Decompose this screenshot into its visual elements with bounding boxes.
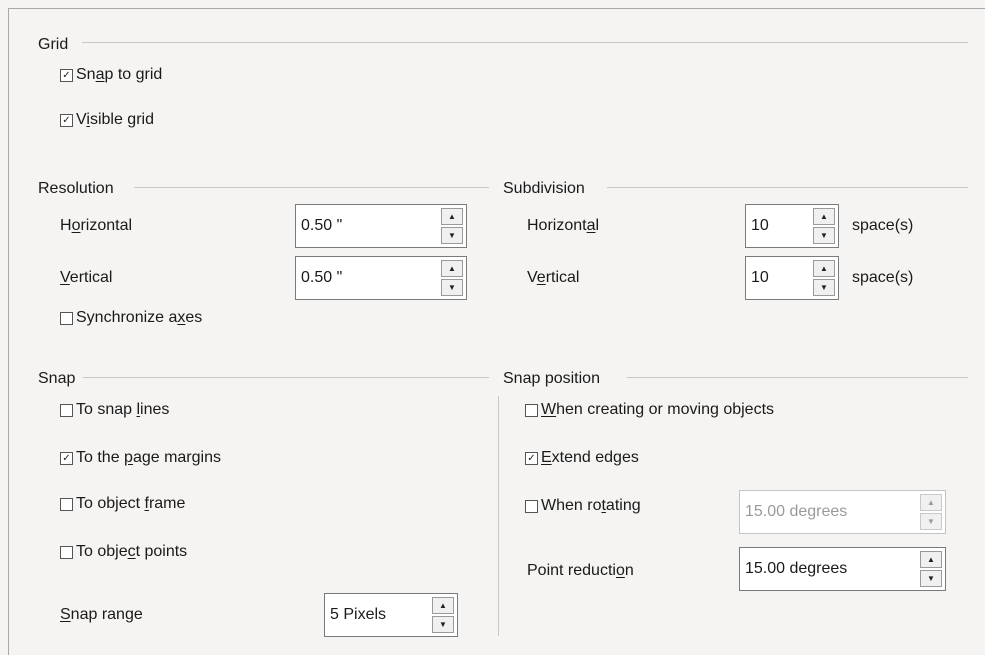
snap-divider xyxy=(83,377,489,378)
subdivision-divider xyxy=(607,187,968,188)
snap-section-title: Snap xyxy=(38,370,76,387)
spin-down-icon[interactable]: ▼ xyxy=(813,227,835,244)
snap-range-label: Snap range xyxy=(60,606,143,623)
subdivision-vertical-spinbox[interactable]: 10 ▲ ▼ xyxy=(745,256,839,300)
spin-up-icon[interactable]: ▲ xyxy=(813,208,835,225)
spin-up-icon[interactable]: ▲ xyxy=(920,551,942,568)
snap-range-value[interactable]: 5 Pixels xyxy=(325,594,432,636)
subdivision-horizontal-value[interactable]: 10 xyxy=(746,205,813,247)
resolution-vertical-label: Vertical xyxy=(60,269,113,286)
when-creating-moving-checkbox[interactable]: When creating or moving objects xyxy=(525,401,774,419)
visible-grid-checkbox[interactable]: ✓ Visible grid xyxy=(60,111,154,129)
checkbox-checked-icon: ✓ xyxy=(60,68,73,82)
resolution-horizontal-spinbox[interactable]: 0.50 " ▲ ▼ xyxy=(295,204,467,248)
checkbox-unchecked-icon xyxy=(60,545,73,559)
spin-up-icon[interactable]: ▲ xyxy=(813,260,835,277)
resolution-divider xyxy=(134,187,489,188)
to-page-margins-checkbox[interactable]: ✓ To the page margins xyxy=(60,449,221,467)
snap-column-separator xyxy=(498,396,499,636)
resolution-section-title: Resolution xyxy=(38,180,114,197)
subdivision-horizontal-unit: space(s) xyxy=(852,217,914,234)
checkbox-unchecked-icon xyxy=(60,311,73,325)
to-object-frame-checkbox[interactable]: To object frame xyxy=(60,495,185,513)
subdivision-vertical-label: Vertical xyxy=(527,269,580,286)
extend-edges-checkbox[interactable]: ✓ Extend edges xyxy=(525,449,639,467)
spin-up-icon[interactable]: ▲ xyxy=(441,260,463,277)
to-object-points-checkbox[interactable]: To object points xyxy=(60,543,187,561)
spin-up-icon[interactable]: ▲ xyxy=(441,208,463,225)
when-rotating-spinbox[interactable]: 15.00 degrees ▲ ▼ xyxy=(739,490,946,534)
to-page-margins-label: To the page margins xyxy=(76,449,221,466)
resolution-vertical-value[interactable]: 0.50 " xyxy=(296,257,441,299)
when-rotating-checkbox[interactable]: When rotating xyxy=(525,497,641,515)
snap-position-section-title: Snap position xyxy=(503,370,600,387)
spin-down-icon[interactable]: ▼ xyxy=(432,616,454,633)
when-creating-moving-label: When creating or moving objects xyxy=(541,401,775,418)
spin-up-icon[interactable]: ▲ xyxy=(432,597,454,614)
synchronize-axes-checkbox[interactable]: Synchronize axes xyxy=(60,309,202,327)
snap-position-divider xyxy=(627,377,968,378)
subdivision-section-title: Subdivision xyxy=(503,180,585,197)
when-rotating-label: When rotating xyxy=(541,497,641,514)
subdivision-horizontal-spinbox[interactable]: 10 ▲ ▼ xyxy=(745,204,839,248)
checkbox-unchecked-icon xyxy=(525,403,538,417)
visible-grid-label: Visible grid xyxy=(76,111,154,128)
checkbox-unchecked-icon xyxy=(525,499,538,513)
to-object-points-label: To object points xyxy=(76,543,188,560)
checkbox-checked-icon: ✓ xyxy=(60,451,73,465)
grid-section-title: Grid xyxy=(38,36,69,53)
resolution-horizontal-value[interactable]: 0.50 " xyxy=(296,205,441,247)
spin-down-icon[interactable]: ▼ xyxy=(441,279,463,296)
spin-down-icon[interactable]: ▼ xyxy=(920,570,942,587)
spin-down-icon[interactable]: ▼ xyxy=(441,227,463,244)
checkbox-checked-icon: ✓ xyxy=(60,113,73,127)
extend-edges-label: Extend edges xyxy=(541,449,639,466)
grid-divider xyxy=(82,42,968,43)
resolution-vertical-spinbox[interactable]: 0.50 " ▲ ▼ xyxy=(295,256,467,300)
checkbox-unchecked-icon xyxy=(60,403,73,417)
spin-down-icon[interactable]: ▼ xyxy=(920,513,942,530)
spin-up-icon[interactable]: ▲ xyxy=(920,494,942,511)
spin-down-icon[interactable]: ▼ xyxy=(813,279,835,296)
subdivision-horizontal-label: Horizontal xyxy=(527,217,600,234)
subdivision-vertical-value[interactable]: 10 xyxy=(746,257,813,299)
resolution-horizontal-label: Horizontal xyxy=(60,217,133,234)
to-snap-lines-label: To snap lines xyxy=(76,401,170,418)
point-reduction-spinbox[interactable]: 15.00 degrees ▲ ▼ xyxy=(739,547,946,591)
snap-range-spinbox[interactable]: 5 Pixels ▲ ▼ xyxy=(324,593,458,637)
point-reduction-label: Point reduction xyxy=(527,562,634,579)
checkbox-checked-icon: ✓ xyxy=(525,451,538,465)
snap-to-grid-checkbox[interactable]: ✓ Snap to grid xyxy=(60,66,162,84)
subdivision-vertical-unit: space(s) xyxy=(852,269,914,286)
when-rotating-value[interactable]: 15.00 degrees xyxy=(740,491,920,533)
point-reduction-value[interactable]: 15.00 degrees xyxy=(740,548,920,590)
to-object-frame-label: To object frame xyxy=(76,495,186,512)
to-snap-lines-checkbox[interactable]: To snap lines xyxy=(60,401,169,419)
checkbox-unchecked-icon xyxy=(60,497,73,511)
snap-to-grid-label: Snap to grid xyxy=(76,66,163,83)
synchronize-axes-label: Synchronize axes xyxy=(76,309,203,326)
